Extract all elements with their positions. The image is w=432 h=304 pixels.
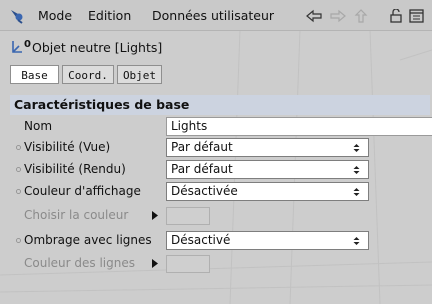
color-swatch[interactable]: [166, 207, 210, 225]
line-shading-select[interactable]: Désactivé: [166, 231, 369, 250]
select-value: Désactivé: [171, 233, 231, 247]
cinema-lamp-icon[interactable]: [8, 8, 26, 24]
menu-donnees-utilisateur[interactable]: Données utilisateur: [152, 8, 274, 24]
display-color-select[interactable]: Désactivée: [166, 182, 369, 201]
expand-arrow-icon[interactable]: [152, 259, 158, 268]
property-label: Choisir la couleur: [24, 208, 129, 222]
section-header: Caractéristiques de base: [10, 95, 430, 115]
select-value: Par défaut: [171, 140, 233, 154]
property-row-couleur-lignes: Couleur des lignes: [10, 254, 430, 274]
property-label: Visibilité (Vue): [24, 140, 111, 154]
expand-arrow-icon[interactable]: [152, 211, 158, 220]
color-swatch[interactable]: [166, 255, 210, 273]
property-label: Ombrage avec lignes: [24, 233, 152, 247]
object-title: Objet neutre [Lights]: [32, 40, 163, 55]
animation-bullet-icon[interactable]: [16, 145, 21, 150]
name-field[interactable]: Lights: [166, 117, 432, 136]
select-arrows-icon: [353, 188, 360, 196]
property-label: Couleur des lignes: [24, 256, 135, 270]
select-arrows-icon: [353, 144, 360, 152]
svg-text:0: 0: [24, 39, 31, 50]
property-row-nom: Nom Lights: [10, 117, 432, 137]
tab-objet[interactable]: Objet: [117, 65, 162, 84]
property-label: Nom: [24, 119, 53, 133]
select-arrows-icon: [353, 166, 360, 174]
menu-edition[interactable]: Edition: [88, 8, 131, 24]
object-title-row: 0 Objet neutre [Lights]: [0, 32, 432, 62]
tab-coord[interactable]: Coord.: [62, 65, 114, 84]
select-arrows-icon: [353, 237, 360, 245]
section-title: Caractéristiques de base: [14, 97, 190, 112]
animation-bullet-icon[interactable]: [16, 238, 21, 243]
tab-base[interactable]: Base: [10, 65, 59, 84]
property-row-visibilite-rendu: Visibilité (Rendu) Par défaut: [10, 160, 430, 180]
visibility-render-select[interactable]: Par défaut: [166, 160, 369, 179]
arrow-up-icon[interactable]: [353, 9, 369, 23]
property-row-visibilite-vue: Visibilité (Vue) Par défaut: [10, 138, 430, 158]
property-label: Visibilité (Rendu): [24, 162, 126, 176]
menu-bar: Mode Edition Données utilisateur: [0, 0, 432, 31]
panel-icon[interactable]: [409, 9, 425, 23]
animation-bullet-icon[interactable]: [16, 189, 21, 194]
select-value: Désactivée: [171, 184, 238, 198]
property-label: Couleur d'affichage: [24, 184, 141, 198]
visibility-view-select[interactable]: Par défaut: [166, 138, 369, 157]
property-row-ombrage-lignes: Ombrage avec lignes Désactivé: [10, 231, 430, 251]
property-row-choisir-couleur: Choisir la couleur: [10, 206, 430, 226]
select-value: Par défaut: [171, 162, 233, 176]
animation-bullet-icon[interactable]: [16, 167, 21, 172]
lock-icon[interactable]: [388, 9, 404, 23]
arrow-right-icon[interactable]: [330, 9, 346, 23]
arrow-left-icon[interactable]: [306, 9, 322, 23]
property-row-couleur-affichage: Couleur d'affichage Désactivée: [10, 182, 430, 202]
menu-mode[interactable]: Mode: [38, 8, 72, 24]
